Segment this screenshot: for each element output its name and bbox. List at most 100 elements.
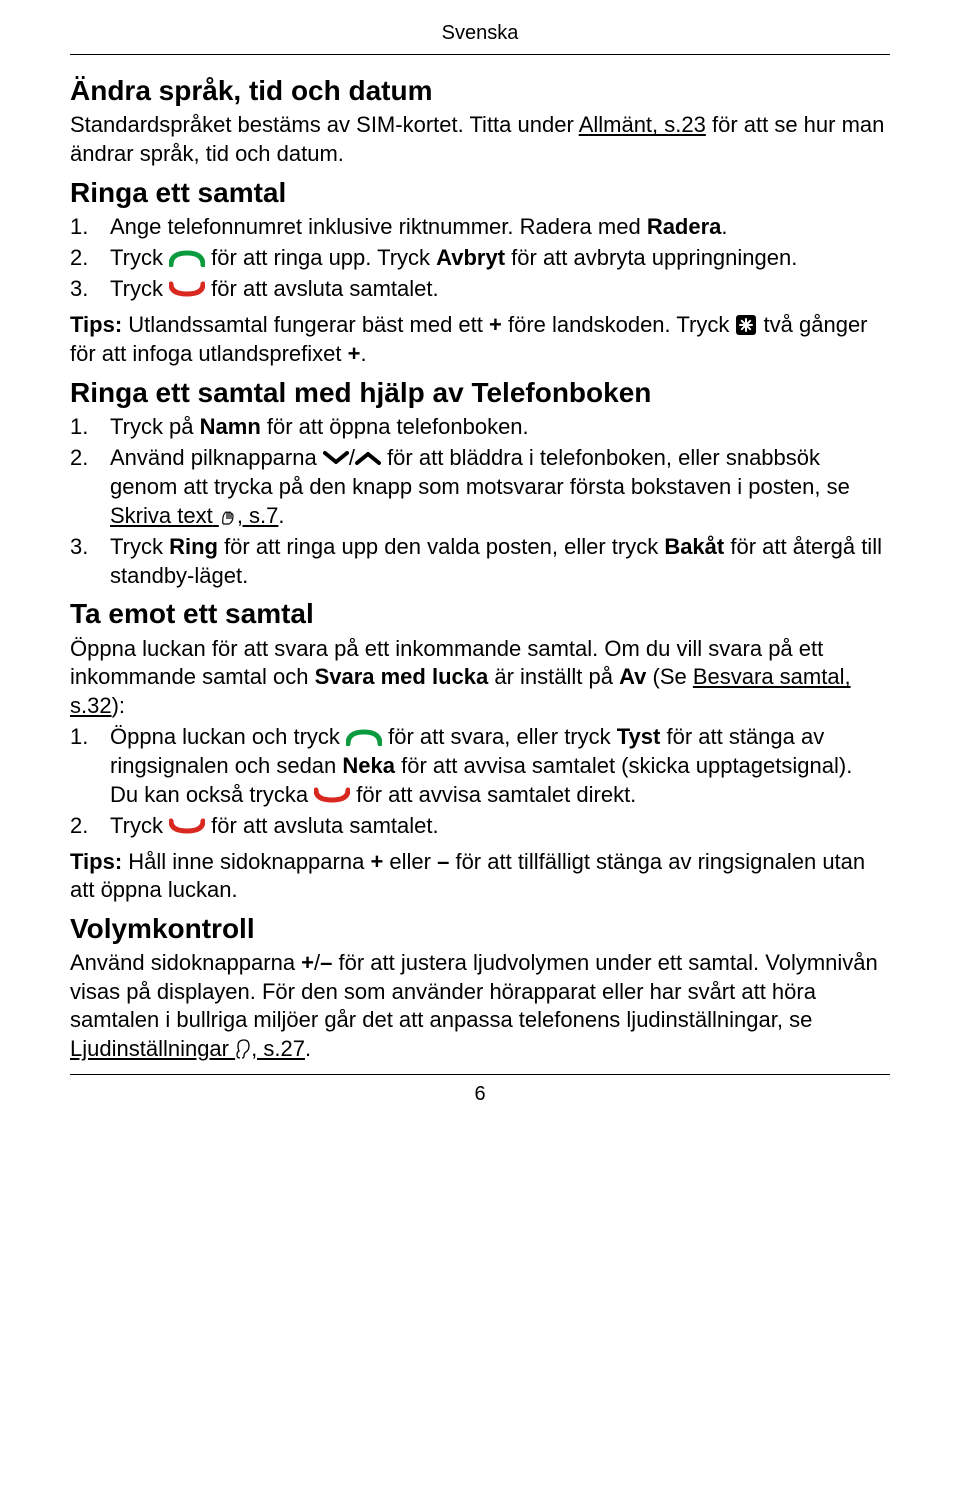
list-item: 3. Tryck för att avsluta samtalet. (70, 275, 890, 304)
bold: + (489, 312, 502, 337)
list-item: 2. Använd pilknapparna / för att bläddra… (70, 444, 890, 532)
list-item: 3. Tryck Ring för att ringa upp den vald… (70, 533, 890, 590)
bold: + (370, 849, 383, 874)
list-text: Tryck på Namn för att öppna telefonboken… (110, 413, 890, 442)
asterisk-key-icon (735, 309, 757, 338)
list-item: 2. Tryck för att ringa upp. Tryck Avbryt… (70, 244, 890, 273)
text: för att avsluta samtalet. (205, 813, 439, 838)
bold: Tips: (70, 849, 122, 874)
list-num: 1. (70, 213, 110, 242)
text: för att ringa upp den valda posten, elle… (218, 534, 664, 559)
bold: Tyst (617, 724, 661, 749)
text: Du kan också trycka (110, 782, 314, 807)
text: för att avbryta uppringningen. (505, 245, 797, 270)
list-item: 1. Tryck på Namn för att öppna telefonbo… (70, 413, 890, 442)
call-icon (346, 721, 382, 750)
text: eller (383, 849, 437, 874)
taemot-tip: Tips: Håll inne sidoknapparna + eller – … (70, 848, 890, 905)
text: för att avvisa samtalet (skicka upptaget… (395, 753, 852, 778)
ear-icon (235, 1034, 251, 1063)
text: Håll inne sidoknapparna (122, 849, 370, 874)
text: Öppna luckan och tryck (110, 724, 346, 749)
text: för att öppna telefonboken. (261, 414, 529, 439)
link-ljud: Ljudinställningar , s.27 (70, 1036, 305, 1061)
bold: + (348, 341, 361, 366)
section-ringa-title: Ringa ett samtal (70, 175, 890, 211)
text: före landskoden. Tryck (502, 312, 736, 337)
bottom-rule (70, 1074, 890, 1075)
section-lang-body: Standardspråket bestäms av SIM-kortet. T… (70, 111, 890, 168)
list-num: 1. (70, 413, 110, 442)
page-number: 6 (70, 1081, 890, 1107)
text: (Se (646, 664, 692, 689)
text: Använd sidoknapparna (70, 950, 301, 975)
list-text: Tryck Ring för att ringa upp den valda p… (110, 533, 890, 590)
list-text: Använd pilknapparna / för att bläddra i … (110, 444, 890, 532)
telefonbok-list: 1. Tryck på Namn för att öppna telefonbo… (70, 413, 890, 590)
text: för att avvisa samtalet direkt. (350, 782, 636, 807)
list-num: 2. (70, 444, 110, 473)
text: . (360, 341, 366, 366)
text: Standardspråket bestäms av SIM-kortet. T… (70, 112, 579, 137)
link-allmant: Allmänt, s.23 (579, 112, 706, 137)
list-text: Ange telefonnumret inklusive riktnummer.… (110, 213, 890, 242)
call-icon (169, 242, 205, 271)
list-num: 3. (70, 533, 110, 562)
page-header: Svenska (70, 20, 890, 46)
hangup-icon (169, 274, 205, 303)
up-arrow-icon (355, 442, 381, 471)
top-rule (70, 54, 890, 55)
list-num: 2. (70, 244, 110, 273)
text: Ange telefonnumret inklusive riktnummer.… (110, 214, 647, 239)
text: ): (112, 693, 125, 718)
bold: Neka (342, 753, 395, 778)
bold: Svara med lucka (315, 664, 489, 689)
list-num: 3. (70, 275, 110, 304)
bold: Namn (200, 414, 261, 439)
text: Tryck (110, 245, 169, 270)
link-skriva: Skriva text , s.7 (110, 503, 278, 528)
text: är inställt på (488, 664, 619, 689)
text: Tryck (110, 534, 169, 559)
text: för att ringa upp. Tryck (205, 245, 436, 270)
text: , s.7 (237, 503, 279, 528)
hangup-icon (314, 779, 350, 808)
bold: Tips: (70, 312, 122, 337)
bold: Av (619, 664, 646, 689)
section-lang-title: Ändra språk, tid och datum (70, 73, 890, 109)
text: , s.27 (251, 1036, 305, 1061)
bold: – (437, 849, 449, 874)
text: . (305, 1036, 311, 1061)
text: Ljudinställningar (70, 1036, 229, 1061)
bold: Avbryt (436, 245, 505, 270)
list-text: Tryck för att avsluta samtalet. (110, 275, 890, 304)
text: Använd pilknapparna (110, 445, 323, 470)
hangup-icon (169, 811, 205, 840)
down-arrow-icon (323, 442, 349, 471)
text: Skriva text (110, 503, 213, 528)
ringa-list: 1. Ange telefonnumret inklusive riktnumm… (70, 213, 890, 305)
volym-body: Använd sidoknapparna +/– för att justera… (70, 949, 890, 1064)
taemot-intro: Öppna luckan för att svara på ett inkomm… (70, 635, 890, 721)
text: Tryck (110, 813, 169, 838)
text: Tryck på (110, 414, 200, 439)
taemot-list: 1. Öppna luckan och tryck för att svara,… (70, 723, 890, 842)
list-item: 1. Ange telefonnumret inklusive riktnumm… (70, 213, 890, 242)
list-item: 2. Tryck för att avsluta samtalet. (70, 812, 890, 841)
ringa-tip: Tips: Utlandssamtal fungerar bäst med et… (70, 311, 890, 369)
section-taemot-title: Ta emot ett samtal (70, 596, 890, 632)
bold: Bakåt (664, 534, 724, 559)
hand-write-icon (219, 501, 237, 530)
text: . (278, 503, 284, 528)
text: för att avsluta samtalet. (205, 276, 439, 301)
text: . (721, 214, 727, 239)
bold: + (301, 950, 314, 975)
text: Tryck (110, 276, 169, 301)
list-num: 1. (70, 723, 110, 752)
text: för att svara, eller tryck (382, 724, 617, 749)
bold: – (320, 950, 332, 975)
list-item: 1. Öppna luckan och tryck för att svara,… (70, 723, 890, 811)
bold: Radera (647, 214, 722, 239)
section-telefonbok-title: Ringa ett samtal med hjälp av Telefonbok… (70, 375, 890, 411)
list-text: Tryck för att avsluta samtalet. (110, 812, 890, 841)
